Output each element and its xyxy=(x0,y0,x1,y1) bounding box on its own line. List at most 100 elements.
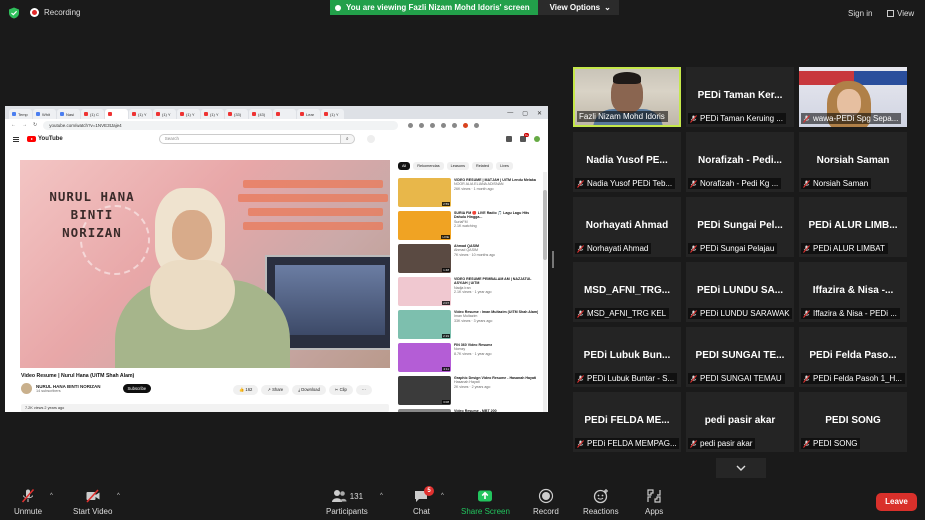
participant-tile[interactable]: PEDi FELDA ME... PEDi FELDA MEMPAG... xyxy=(573,392,681,452)
participant-tile[interactable]: PEDi LUNDU SA... PEDi LUNDU SARAWAK xyxy=(686,262,794,322)
participant-tile[interactable]: PEDi Felda Paso... PEDi Felda Pasoh 1_H..… xyxy=(799,327,907,387)
share-screen-button[interactable]: Share Screen xyxy=(461,484,510,520)
participant-tile[interactable]: Nadia Yusof PE... Nadia Yusof PEDi Teb... xyxy=(573,132,681,192)
microphone-icon[interactable] xyxy=(366,135,375,143)
more-participants-button[interactable] xyxy=(716,458,766,478)
chip-0[interactable]: All xyxy=(398,162,411,170)
browser-tab[interactable] xyxy=(273,109,296,119)
subscribe-button[interactable]: Subscribe xyxy=(122,384,152,393)
recommendation-title[interactable]: Video Resume - MBT 200 xyxy=(454,409,497,412)
shield-icon[interactable] xyxy=(8,7,20,19)
browser-tab[interactable]: Lear xyxy=(297,109,320,119)
participants-caret[interactable]: ^ xyxy=(380,493,383,499)
participant-tile[interactable]: Iffazira & Nisa -... Iffazira & Nisa - PE… xyxy=(799,262,907,322)
record-button[interactable]: Record xyxy=(533,484,559,520)
browser-tab[interactable]: (1) Y xyxy=(177,109,200,119)
view-button[interactable]: View xyxy=(887,9,914,18)
chip-1[interactable]: Rekomendas xyxy=(413,162,444,170)
recommendation-thumbnail[interactable]: 1:48 xyxy=(398,244,451,273)
participant-tile[interactable]: pedi pasir akar pedi pasir akar xyxy=(686,392,794,452)
browser-tab[interactable] xyxy=(105,109,128,119)
reactions-button[interactable]: Reactions xyxy=(583,484,619,520)
split-handle[interactable] xyxy=(552,251,554,268)
minimize-icon[interactable]: — xyxy=(507,110,513,116)
back-icon[interactable]: ← xyxy=(11,122,16,128)
recommendation-thumbnail[interactable]: 2:59 xyxy=(398,178,451,207)
youtube-logo[interactable]: YouTube xyxy=(27,136,63,142)
recommendation-item[interactable]: 2:07 VIDEO RESUME PEMBALAM AM | NAZJATUL … xyxy=(398,277,540,310)
chip-4[interactable]: Lives xyxy=(496,162,513,170)
browser-tab[interactable]: (1) Y xyxy=(129,109,152,119)
avatar[interactable] xyxy=(534,136,540,142)
recommendation-thumbnail[interactable] xyxy=(398,409,451,412)
participant-tile[interactable]: PEDI SONG PEDI SONG xyxy=(799,392,907,452)
address-bar[interactable]: youtube.com/watch?v=1NVE3tJaje4 xyxy=(43,120,399,130)
shared-screen[interactable]: Temp Whit Nasi (1) C (1) Y (1) Y (1) Y (1) Y (33… xyxy=(5,106,548,412)
profile-icon[interactable] xyxy=(463,122,469,128)
search-icon[interactable]: ⌕ xyxy=(340,134,355,144)
youtube-search-input[interactable]: Search xyxy=(158,134,341,144)
like-button[interactable]: 👍 162 xyxy=(233,385,259,395)
recommendation-item[interactable]: LIVE SURIA FM 🔴 LIVE Radio 🎵 Lagu Lagu Hi… xyxy=(398,211,540,244)
participant-tile[interactable]: wawa-PEDi Spg Sepa... xyxy=(799,67,907,127)
recommendation-thumbnail[interactable]: 3:08 xyxy=(398,376,451,405)
chip-3[interactable]: Related xyxy=(471,162,494,170)
recommendation-thumbnail[interactable]: LIVE xyxy=(398,211,451,240)
forward-icon[interactable]: → xyxy=(22,122,27,128)
bell-icon[interactable] xyxy=(520,133,530,142)
extension-icon[interactable] xyxy=(441,122,447,128)
video-options-caret[interactable]: ^ xyxy=(117,493,120,499)
browser-tab[interactable]: (1) C xyxy=(81,109,104,119)
participant-tile[interactable]: Norhayati Ahmad Norhayati Ahmad xyxy=(573,197,681,257)
recommendation-item[interactable]: 3:08 Graphic Design Video Resume - Hasana… xyxy=(398,376,540,409)
participant-tile[interactable]: PEDi Sungai Pel... PEDi Sungai Pelajau xyxy=(686,197,794,257)
extension-icon[interactable] xyxy=(419,122,425,128)
participant-tile[interactable]: PEDi Lubuk Bun... PEDi Lubuk Buntar - S..… xyxy=(573,327,681,387)
page-scrollbar[interactable] xyxy=(543,172,547,412)
participant-tile[interactable]: MSD_AFNI_TRG... MSD_AFNI_TRG KEL xyxy=(573,262,681,322)
browser-tab[interactable]: (1) Y xyxy=(153,109,176,119)
browser-tab[interactable]: (1) Y xyxy=(321,109,344,119)
recommendation-thumbnail[interactable]: 2:07 xyxy=(398,277,451,306)
view-options-button[interactable]: View Options ⌄ xyxy=(537,0,619,15)
extension-icon[interactable] xyxy=(408,122,414,128)
participant-tile[interactable]: PEDi Taman Ker... PEDi Taman Keruing ... xyxy=(686,67,794,127)
reload-icon[interactable]: ↻ xyxy=(33,122,37,128)
leave-button[interactable]: Leave xyxy=(876,493,917,511)
browser-tab[interactable]: Whit xyxy=(33,109,56,119)
recording-indicator[interactable]: Recording xyxy=(30,8,80,17)
clip-button[interactable]: ✂ Clip xyxy=(328,385,353,395)
browser-tab[interactable]: (33) xyxy=(225,109,248,119)
recommendation-item[interactable]: 4:11 FIN 360 Video Resume Nomzy 8.7K views … xyxy=(398,343,540,376)
participant-tile[interactable]: PEDi ALUR LIMB... PEDi ALUR LIMBAT xyxy=(799,197,907,257)
recommendation-thumbnail[interactable]: 2:19 xyxy=(398,310,451,339)
extension-icon[interactable] xyxy=(452,122,458,128)
participant-tile[interactable]: Norafizah - Pedi... Norafizah - Pedi Kg .… xyxy=(686,132,794,192)
recommendation-thumbnail[interactable]: 4:11 xyxy=(398,343,451,372)
kebab-menu-icon[interactable] xyxy=(474,122,480,128)
share-button[interactable]: ↗ Share xyxy=(261,385,290,395)
start-video-button[interactable]: Start Video xyxy=(73,484,112,520)
recommendation-title[interactable]: SURIA FM 🔴 LIVE Radio 🎵 Lagu Lagu Hits D… xyxy=(454,211,540,220)
extension-icon[interactable] xyxy=(430,122,436,128)
create-icon[interactable] xyxy=(506,136,512,142)
maximize-icon[interactable]: ▢ xyxy=(522,110,528,117)
participant-tile[interactable]: Fazli Nizam Mohd Idoris xyxy=(573,67,681,127)
recommendation-title[interactable]: VIDEO RESUME PEMBALAM AM | NAZJATUL ASYI… xyxy=(454,277,540,286)
chip-2[interactable]: Leasons xyxy=(446,162,469,170)
participant-tile[interactable]: PEDI SUNGAI TE... PEDI SUNGAI TEMAU xyxy=(686,327,794,387)
participants-button[interactable]: 131 Participants xyxy=(326,484,368,520)
apps-button[interactable]: Apps xyxy=(645,484,663,520)
audio-options-caret[interactable]: ^ xyxy=(50,493,53,499)
sign-in-button[interactable]: Sign in xyxy=(848,9,872,18)
video-player[interactable]: NURUL HANA BINTI NORIZAN xyxy=(20,160,390,368)
browser-tab[interactable]: Temp xyxy=(9,109,32,119)
recommendation-item[interactable]: Video Resume - MBT 200 xyxy=(398,409,540,412)
unmute-button[interactable]: Unmute xyxy=(14,484,42,520)
browser-tab[interactable]: (43) xyxy=(249,109,272,119)
browser-tab[interactable]: Nasi xyxy=(57,109,80,119)
download-button[interactable]: ⤓ Download xyxy=(292,385,326,395)
close-icon[interactable]: ✕ xyxy=(537,110,542,117)
browser-tab[interactable]: (1) Y xyxy=(201,109,224,119)
recommendation-item[interactable]: 1:48 Ahmad QASIM Ahmad QASIM 7K views · 10 … xyxy=(398,244,540,277)
